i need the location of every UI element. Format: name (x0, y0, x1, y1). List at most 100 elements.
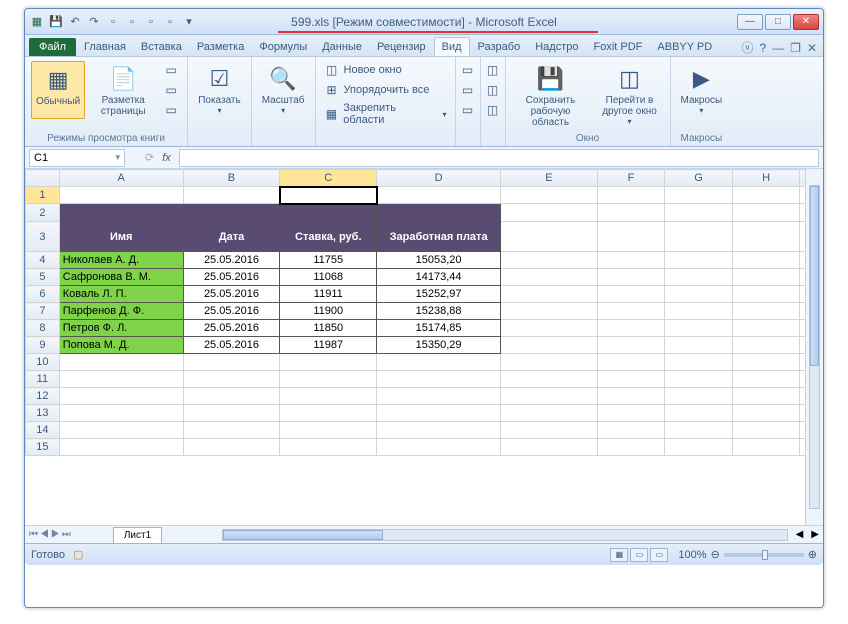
inner-min-icon[interactable]: — (772, 41, 784, 55)
redo-icon[interactable]: ↷ (86, 14, 102, 30)
view-normal-button[interactable]: ▦ Обычный (31, 61, 85, 119)
inner-close-icon[interactable]: ✕ (807, 41, 817, 55)
col-B[interactable]: B (183, 170, 280, 187)
view-small-1[interactable]: ▭ (161, 61, 181, 79)
tab-review[interactable]: Рецензир (370, 38, 433, 56)
tab-formulas[interactable]: Формулы (252, 38, 314, 56)
row-12[interactable]: 12 (26, 388, 60, 405)
group-window-label: Окно (512, 133, 664, 144)
row-8[interactable]: 8 (26, 320, 60, 337)
row-5[interactable]: 5 (26, 269, 60, 286)
col-C[interactable]: C (280, 170, 377, 187)
tab-layout[interactable]: Разметка (190, 38, 252, 56)
header-date: Дата (183, 222, 280, 252)
select-all-corner[interactable] (26, 170, 60, 187)
cell-name[interactable]: Коваль Л. П. (59, 286, 183, 303)
cell-name[interactable]: Сафронова В. М. (59, 269, 183, 286)
active-cell[interactable] (280, 187, 377, 204)
col-A[interactable]: A (59, 170, 183, 187)
close-button[interactable]: ✕ (793, 14, 819, 30)
win-opt-3[interactable]: ▭ (458, 101, 478, 119)
row-4[interactable]: 4 (26, 252, 60, 269)
cell-name[interactable]: Николаев А. Д. (59, 252, 183, 269)
cell-name[interactable]: Парфенов Д. Ф. (59, 303, 183, 320)
tab-insert[interactable]: Вставка (134, 38, 189, 56)
name-box[interactable]: C1▾ (29, 149, 125, 167)
row-13[interactable]: 13 (26, 405, 60, 422)
freeze-panes-button[interactable]: ▦Закрепить области▾ (322, 101, 449, 127)
sheet-tab-1[interactable]: Лист1 (113, 527, 162, 543)
qat-icon-3[interactable]: ▫ (143, 14, 159, 30)
minimize-button[interactable]: — (737, 14, 763, 30)
view-layout-icon[interactable]: ▭ (630, 548, 648, 562)
col-D[interactable]: D (377, 170, 501, 187)
maximize-button[interactable]: □ (765, 14, 791, 30)
row-9[interactable]: 9 (26, 337, 60, 354)
row-11[interactable]: 11 (26, 371, 60, 388)
tab-abbyy[interactable]: ABBYY PD (650, 38, 719, 56)
sync-icon-3: ◫ (485, 102, 501, 118)
horizontal-scrollbar[interactable] (222, 529, 787, 541)
macros-button[interactable]: ▶ Макросы▾ (677, 61, 727, 117)
qat-icon-1[interactable]: ▫ (105, 14, 121, 30)
inner-restore-icon[interactable]: ❐ (790, 41, 801, 55)
row-3[interactable]: 3 (26, 222, 60, 252)
save-icon[interactable]: 💾 (48, 14, 64, 30)
spreadsheet-grid[interactable]: A B C D E F G H 1 2 3 Имя Дата Ставка, р… (25, 169, 823, 456)
zoom-out-button[interactable]: ⊖ (711, 548, 720, 561)
row-2[interactable]: 2 (26, 204, 60, 222)
row-7[interactable]: 7 (26, 303, 60, 320)
win-opt-2[interactable]: ▭ (458, 81, 478, 99)
vertical-scrollbar[interactable] (805, 169, 823, 525)
row-1[interactable]: 1 (26, 187, 60, 204)
ribbon-minimize-icon[interactable]: ⓥ (741, 39, 753, 56)
tab-file[interactable]: Файл (29, 38, 76, 56)
col-H[interactable]: H (732, 170, 800, 187)
view-small-3[interactable]: ▭ (161, 101, 181, 119)
zoom-in-button[interactable]: ⊕ (808, 548, 817, 561)
show-button[interactable]: ☑ Показать▾ (194, 61, 245, 117)
formula-input[interactable] (179, 149, 819, 167)
row-14[interactable]: 14 (26, 422, 60, 439)
zoom-button[interactable]: 🔍 Масштаб▾ (258, 61, 309, 117)
tab-foxit[interactable]: Foxit PDF (586, 38, 649, 56)
v-scroll-thumb[interactable] (810, 186, 819, 366)
zoom-slider[interactable] (724, 553, 804, 557)
win-sync-2[interactable]: ◫ (483, 81, 503, 99)
row-10[interactable]: 10 (26, 354, 60, 371)
tab-view[interactable]: Вид (434, 37, 470, 56)
cell-name[interactable]: Попова М. Д. (59, 337, 183, 354)
col-G[interactable]: G (665, 170, 733, 187)
tab-developer[interactable]: Разрабо (471, 38, 528, 56)
row-15[interactable]: 15 (26, 439, 60, 456)
col-E[interactable]: E (500, 170, 597, 187)
tab-data[interactable]: Данные (315, 38, 369, 56)
cell-name[interactable]: Петров Ф. Л. (59, 320, 183, 337)
win-sync-1[interactable]: ◫ (483, 61, 503, 79)
undo-icon[interactable]: ↶ (67, 14, 83, 30)
qat-icon-4[interactable]: ▫ (162, 14, 178, 30)
view-normal-icon[interactable]: ▦ (610, 548, 628, 562)
zoom-thumb[interactable] (762, 550, 768, 560)
view-small-2[interactable]: ▭ (161, 81, 181, 99)
new-window-button[interactable]: ◫Новое окно (322, 61, 449, 79)
win-sync-3[interactable]: ◫ (483, 101, 503, 119)
tab-addins[interactable]: Надстро (528, 38, 585, 56)
save-workspace-button[interactable]: 💾 Сохранить рабочую область (512, 61, 590, 130)
qat-icon-2[interactable]: ▫ (124, 14, 140, 30)
macro-record-icon[interactable]: ▢ (73, 548, 83, 561)
tab-home[interactable]: Главная (77, 38, 133, 56)
view-page-layout-button[interactable]: 📄 Разметка страницы (91, 61, 155, 119)
win-opt-1[interactable]: ▭ (458, 61, 478, 79)
qat-dropdown-icon[interactable]: ▾ (181, 14, 197, 30)
h-scroll-thumb[interactable] (223, 530, 383, 540)
arrange-all-button[interactable]: ⊞Упорядочить все (322, 81, 449, 99)
group-views-label: Режимы просмотра книги (31, 133, 181, 144)
help-icon[interactable]: ? (759, 41, 766, 55)
view-break-icon[interactable]: ▭ (650, 548, 668, 562)
row-6[interactable]: 6 (26, 286, 60, 303)
fx-icon[interactable]: fx (162, 152, 171, 164)
switch-window-button[interactable]: ◫ Перейти в другое окно▾ (596, 61, 664, 130)
sheet-nav-buttons[interactable]: ⏮◀▶⏭ (29, 529, 73, 540)
col-F[interactable]: F (597, 170, 665, 187)
